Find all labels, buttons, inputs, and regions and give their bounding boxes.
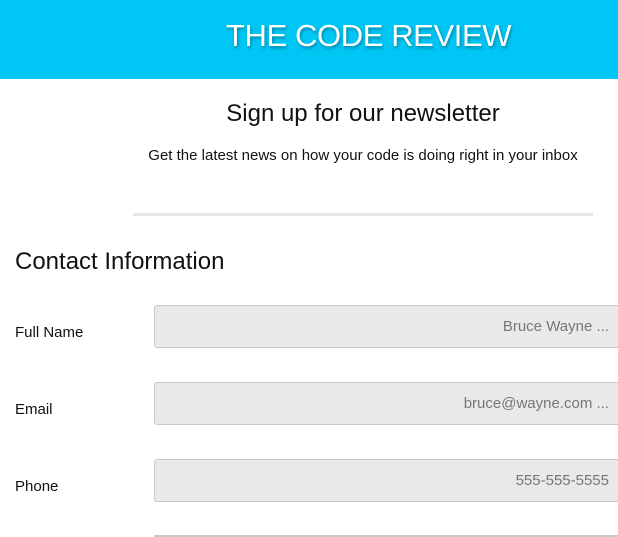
email-label: Email (15, 401, 53, 418)
phone-label: Phone (15, 478, 59, 495)
full-name-label: Full Name (15, 324, 84, 341)
site-header: THE CODE REVIEW (0, 0, 618, 79)
newsletter-title: Sign up for our newsletter (226, 100, 500, 127)
email-input[interactable] (154, 382, 618, 425)
newsletter-signup-page: THE CODE REVIEW Sign up for our newslett… (0, 0, 618, 537)
site-title: THE CODE REVIEW (226, 18, 512, 53)
newsletter-subtitle: Get the latest news on how your code is … (148, 147, 578, 164)
phone-input[interactable] (154, 459, 618, 502)
section-divider (133, 213, 593, 216)
contact-section-title: Contact Information (15, 248, 225, 275)
full-name-input[interactable] (154, 305, 618, 348)
